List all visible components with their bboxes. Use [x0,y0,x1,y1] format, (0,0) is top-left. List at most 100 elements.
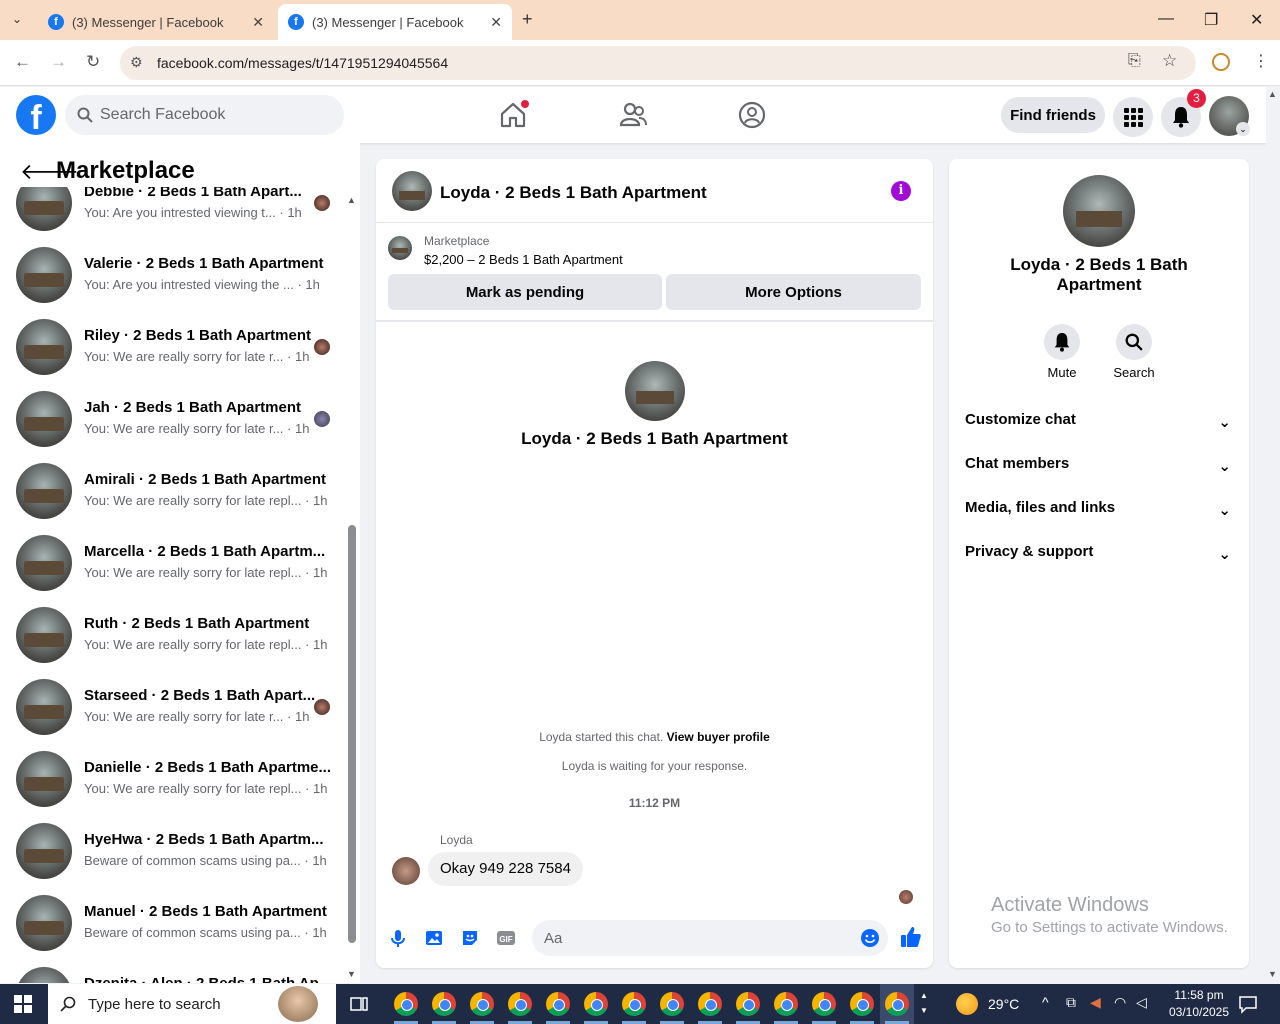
notification-center-icon[interactable] [1238,994,1258,1014]
chrome-app-icon[interactable] [698,992,722,1016]
chrome-app-icon[interactable] [394,992,418,1016]
taskbar-date[interactable]: 03/10/2025 [1160,1005,1238,1019]
chrome-app-icon[interactable] [736,992,760,1016]
close-tab-icon[interactable]: ✕ [490,14,502,31]
volume-icon[interactable]: ◁ [1136,994,1147,1011]
conversation-item[interactable]: Danielle · 2 Beds 1 Bath Apartme... You:… [16,743,336,815]
mark-as-pending-button[interactable]: Mark as pending [388,274,662,310]
conversation-item[interactable]: Riley · 2 Beds 1 Bath Apartment You: We … [16,311,336,383]
chat-avatar[interactable] [392,171,432,211]
thumbs-up-icon[interactable] [899,925,923,949]
profile-icon[interactable] [1212,53,1230,71]
menu-grid-button[interactable] [1113,97,1153,137]
chrome-app-icon[interactable] [774,992,798,1016]
chrome-app-icon[interactable] [622,992,646,1016]
close-window-icon[interactable]: ✕ [1250,10,1263,30]
microphone-icon[interactable] [388,928,408,948]
home-icon[interactable] [497,99,529,131]
page-scrollbar[interactable]: ▲ ▼ [1266,87,1280,983]
conversation-item[interactable]: Marcella · 2 Beds 1 Bath Apartm... You: … [16,527,336,599]
info-icon[interactable]: i [891,181,911,201]
photo-icon[interactable] [424,928,444,948]
chrome-app-icon[interactable] [470,992,494,1016]
facebook-logo-icon[interactable]: f [16,95,56,137]
media-files-links-row[interactable]: Media, files and links ⌄ [965,499,1235,519]
url-omnibox[interactable]: ⚙ facebook.com/messages/t/14719512940455… [120,46,1196,80]
minimize-icon[interactable]: — [1158,10,1174,28]
browser-tab-1[interactable]: f (3) Messenger | Facebook ✕ [38,4,274,40]
profile-avatar-large[interactable] [625,361,685,421]
conversation-item[interactable]: Amirali · 2 Beds 1 Bath Apartment You: W… [16,455,336,527]
chrome-app-icon[interactable] [584,992,608,1016]
speaker-muted-icon[interactable]: ◀ [1090,994,1101,1011]
conversation-item[interactable]: HyeHwa · 2 Beds 1 Bath Apartm... Beware … [16,815,336,887]
chrome-app-icon[interactable] [812,992,836,1016]
chrome-app-icon[interactable] [546,992,570,1016]
privacy-support-row[interactable]: Privacy & support ⌄ [965,543,1235,563]
view-buyer-profile-link[interactable]: View buyer profile [667,730,770,744]
svg-text:GIF: GIF [499,935,512,944]
mute-button[interactable] [1044,324,1080,360]
reload-icon[interactable]: ↻ [86,52,100,72]
groups-icon[interactable] [736,99,768,131]
weather-temperature[interactable]: 29°C [988,996,1019,1012]
listing-thumbnail[interactable] [388,236,412,260]
find-friends-button[interactable]: Find friends [1001,97,1105,133]
taskbar-search-box[interactable]: Type here to search [48,984,336,1024]
chrome-app-icon[interactable] [432,992,456,1016]
facebook-favicon-icon: f [288,14,304,30]
scroll-up-icon[interactable]: ▲ [1268,89,1277,99]
conversation-item[interactable]: Ruth · 2 Beds 1 Bath Apartment You: We a… [16,599,336,671]
install-app-icon[interactable]: ⎘ [1128,52,1141,70]
bookmark-star-icon[interactable]: ☆ [1162,51,1177,71]
network-icon[interactable]: ◠ [1114,994,1126,1011]
menu-kebab-icon[interactable]: ⋮ [1253,51,1269,71]
conversation-avatar [16,247,72,303]
url-text[interactable]: facebook.com/messages/t/1471951294045564 [157,55,448,71]
chat-members-row[interactable]: Chat members ⌄ [965,455,1235,475]
site-info-icon[interactable]: ⚙ [130,54,143,71]
windows-start-icon[interactable] [14,995,32,1013]
conversation-item[interactable]: Jah · 2 Beds 1 Bath Apartment You: We ar… [16,383,336,455]
account-chevron-icon[interactable]: ⌄ [1236,122,1250,136]
chrome-app-icon[interactable] [660,992,684,1016]
new-tab-icon[interactable]: + [522,9,533,30]
listing-price-title[interactable]: $2,200 – 2 Beds 1 Bath Apartment [424,252,623,267]
message-bubble[interactable]: Okay 949 228 7584 [428,852,583,886]
chrome-app-icon[interactable] [508,992,532,1016]
conversation-item[interactable]: Manuel · 2 Beds 1 Bath Apartment Beware … [16,887,336,959]
close-tab-icon[interactable]: ✕ [252,14,264,31]
chrome-app-icon[interactable] [885,992,909,1016]
browser-tab-2[interactable]: f (3) Messenger | Facebook ✕ [278,4,512,40]
conversation-item[interactable]: Starseed · 2 Beds 1 Bath Apart... You: W… [16,671,336,743]
restore-icon[interactable]: ❐ [1204,10,1218,30]
emoji-icon[interactable] [860,928,880,948]
meet-now-icon[interactable]: ⧉ [1066,994,1076,1011]
conversation-scrollbar[interactable] [348,525,356,943]
message-input[interactable]: Aa [532,920,888,956]
more-options-button[interactable]: More Options [666,274,921,310]
gif-icon[interactable]: GIF [496,928,516,948]
customize-chat-row[interactable]: Customize chat ⌄ [965,411,1235,431]
task-view-icon[interactable] [350,995,368,1013]
scroll-up-icon[interactable]: ▲ [347,195,356,205]
search-conversation-button[interactable] [1116,324,1152,360]
scroll-down-icon[interactable]: ▼ [1268,969,1277,979]
details-avatar[interactable] [1063,175,1135,247]
forward-icon[interactable]: → [50,52,67,72]
conversation-item[interactable]: Valerie · 2 Beds 1 Bath Apartment You: A… [16,239,336,311]
search-facebook-input[interactable]: Search Facebook [65,95,344,135]
sticker-icon[interactable] [460,928,480,948]
sender-avatar[interactable] [392,857,420,885]
scroll-down-icon[interactable]: ▼ [347,969,356,979]
friends-icon[interactable] [617,99,649,131]
chrome-app-icon[interactable] [850,992,874,1016]
tab-list-icon[interactable]: ⌄ [12,12,22,26]
conversation-item[interactable]: Dzenita · Alen · 2 Beds 1 Bath Ap... [16,959,336,983]
back-icon[interactable]: ← [14,52,31,72]
chat-title[interactable]: Loyda · 2 Beds 1 Bath Apartment [440,183,707,203]
show-hidden-icons-icon[interactable]: ^ [1042,994,1049,1010]
taskbar-time[interactable]: 11:58 pm [1164,988,1234,1002]
taskbar-overflow-icon[interactable]: ▲ ▼ [920,988,928,1018]
weather-icon[interactable] [956,993,978,1015]
